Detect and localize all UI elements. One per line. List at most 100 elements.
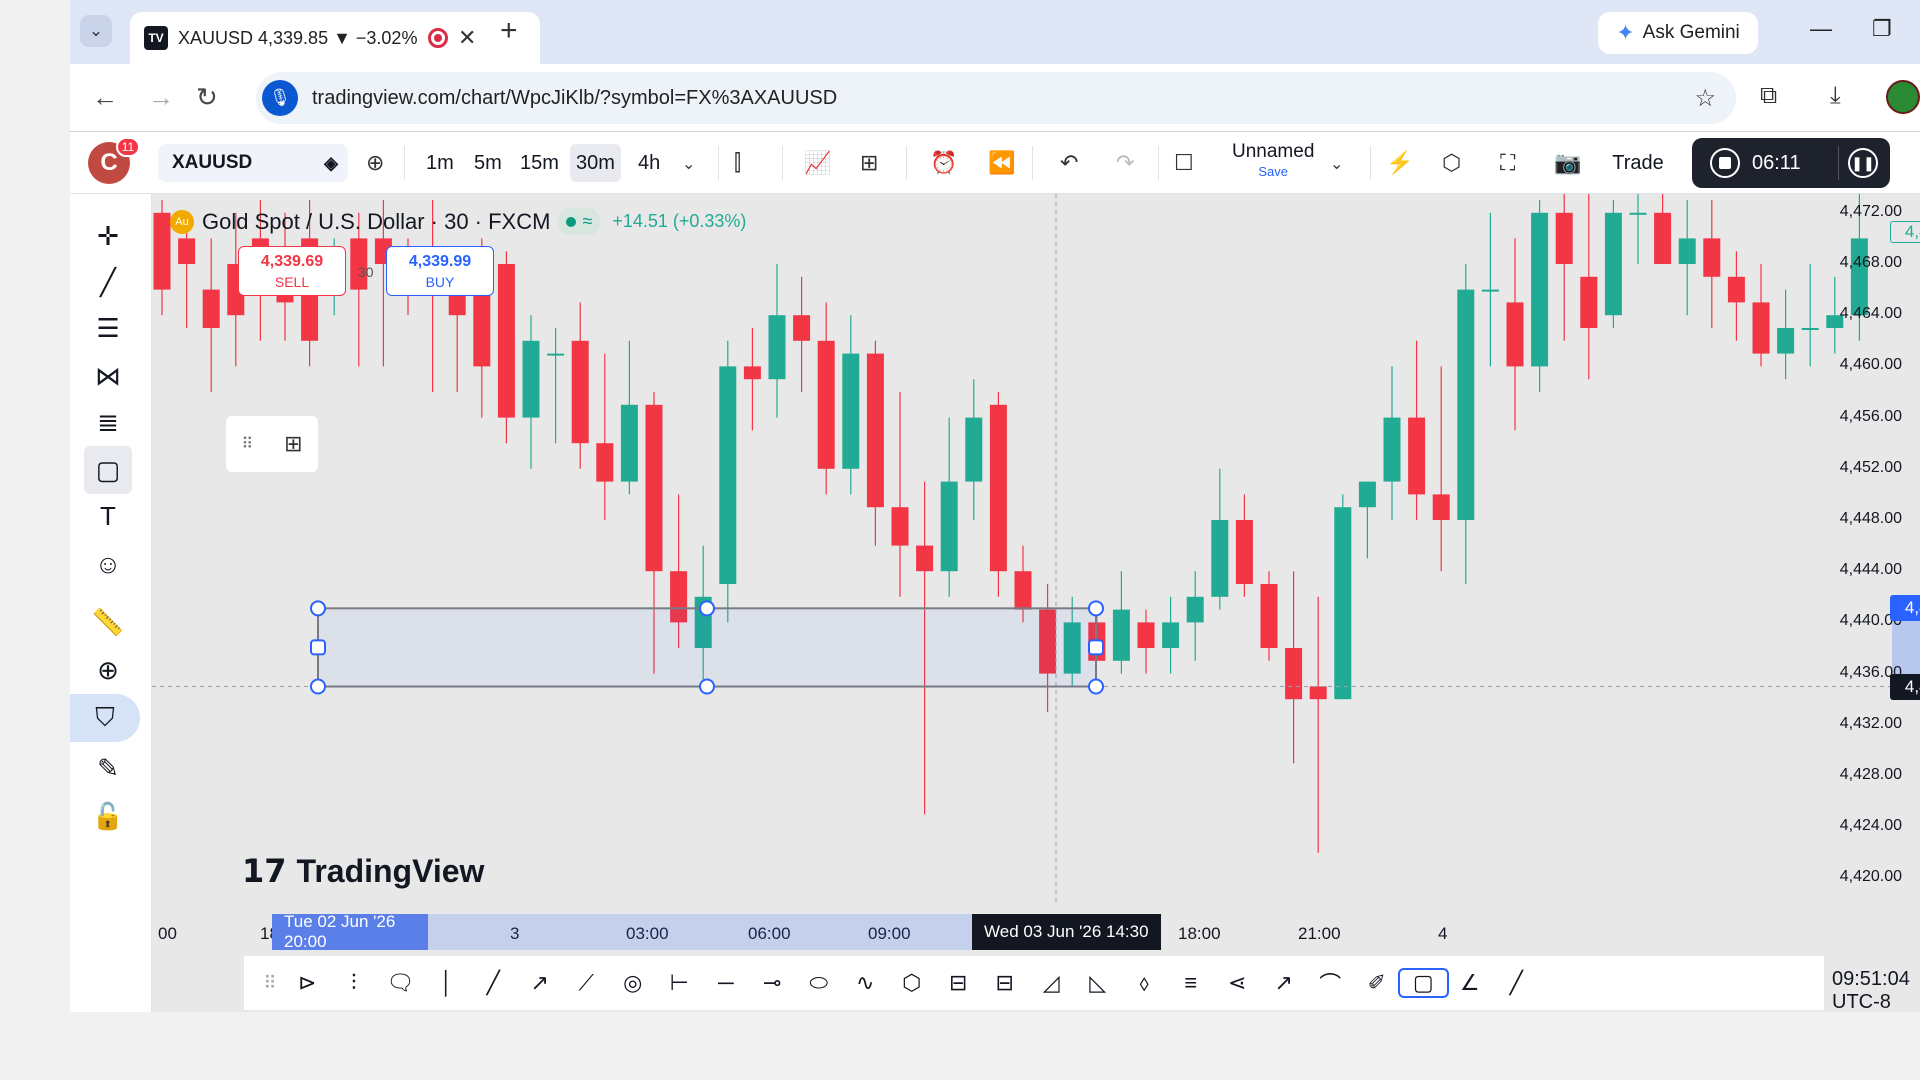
minimize-icon[interactable]: — (1810, 16, 1832, 42)
horizontal-ray-icon[interactable]: ⊸ (749, 970, 796, 996)
undo-icon[interactable]: ↶ (1060, 150, 1078, 176)
lock-icon[interactable]: 🔓 (84, 792, 132, 840)
angle-icon[interactable]: ∠ (1447, 970, 1494, 996)
fib-icon[interactable]: ☰ (84, 304, 132, 352)
back-icon[interactable]: ← (92, 82, 118, 113)
arc-icon[interactable]: ⌒ (1307, 967, 1354, 999)
extensions-icon[interactable]: ⧉ (1760, 82, 1777, 110)
segment-icon[interactable]: ╱ (470, 970, 517, 996)
chart-pane[interactable]: Au Gold Spot / U.S. Dollar · 30 · FXCM ≈… (152, 194, 1920, 1012)
forecast-icon[interactable]: ≣ (84, 398, 132, 446)
short-position-icon[interactable]: ⊟ (982, 970, 1029, 996)
timeframe-4h[interactable]: 4h (632, 144, 666, 182)
crosshair-icon[interactable]: ✛ (84, 212, 132, 260)
add-widget-icon[interactable]: ⊞ (284, 431, 302, 457)
replay-icon[interactable]: ⏪ (988, 150, 1015, 176)
sell-button[interactable]: 4,339.69 SELL (238, 246, 346, 296)
layout-select-icon[interactable]: ☐ (1174, 150, 1194, 176)
trendline-icon[interactable]: ╱ (84, 258, 132, 306)
curve-icon[interactable]: ∿ (842, 970, 889, 996)
bookmark-star-icon[interactable]: ☆ (1694, 84, 1716, 113)
profile-avatar[interactable] (1886, 80, 1920, 114)
arrow-icon[interactable]: ↗ (1261, 970, 1308, 996)
comment-icon[interactable]: 🗨 (377, 970, 424, 996)
timeframe-30m[interactable]: 30m (570, 144, 621, 182)
candles-tool-icon[interactable]: ⫶ (331, 970, 378, 996)
horizontal-line-icon[interactable]: ─ (703, 970, 750, 996)
select-tool-icon[interactable]: ⊳ (284, 970, 331, 996)
forward-icon[interactable]: → (148, 82, 174, 113)
stop-record-icon[interactable] (1710, 148, 1740, 178)
tab-search-button[interactable]: ⌄ (80, 15, 112, 47)
close-tab-icon[interactable]: ✕ (458, 25, 476, 51)
favorites-icon[interactable]: ⛉ (70, 694, 140, 742)
recording-timer[interactable]: 06:11 ❚❚ (1692, 138, 1890, 188)
timeframe-1m[interactable]: 1m (420, 144, 460, 182)
price-tag-crosshair[interactable]: 4,434.99 (1890, 673, 1920, 700)
polyline-icon[interactable]: ⟋ (563, 970, 610, 996)
new-tab-button[interactable]: + (500, 14, 518, 48)
text-icon[interactable]: T (84, 492, 132, 540)
rectangle-handle (1088, 678, 1104, 695)
trade-button[interactable]: Trade (1600, 144, 1676, 182)
price-tag-selected[interactable]: 4,441.10 (1890, 595, 1920, 622)
abcd-icon[interactable]: ◺ (1075, 970, 1122, 996)
fullscreen-icon[interactable]: ⛶ (1500, 150, 1515, 176)
compare-add-icon[interactable]: ⊕ (366, 150, 384, 176)
path-icon[interactable]: ⬡ (889, 970, 936, 996)
head-shoulders-icon[interactable]: ⬨ (1121, 970, 1168, 996)
zoom-in-icon[interactable]: ⊕ (84, 646, 132, 694)
templates-icon[interactable]: ⊞ (860, 150, 878, 176)
long-position-icon[interactable]: ⊟ (935, 970, 982, 996)
parallel-channel-icon[interactable]: ≡ (1168, 970, 1215, 996)
vertical-line-icon[interactable]: │ (424, 970, 471, 996)
elliott-icon[interactable]: ⋖ (1214, 970, 1261, 996)
snapshot-icon[interactable]: 📷 (1554, 150, 1581, 176)
download-icon[interactable]: ⤓ (1830, 82, 1841, 110)
microphone-icon[interactable]: 🎙 (262, 80, 298, 116)
ask-gemini-button[interactable]: ✦ Ask Gemini (1598, 12, 1758, 54)
quick-search-icon[interactable]: ⚡ (1386, 150, 1413, 176)
timeframe-dropdown-icon[interactable]: ⌄ (682, 154, 695, 174)
legend-title: Gold Spot / U.S. Dollar · 30 · FXCM (202, 208, 551, 234)
emoji-icon[interactable]: ☺ (84, 540, 132, 588)
pattern-icon[interactable]: ⋈ (84, 352, 132, 400)
symbol-search[interactable]: XAUUSD ◈ (158, 144, 348, 182)
drag-handle-icon[interactable]: ⠿ (256, 973, 284, 994)
brush-edit-icon[interactable]: ✎ (84, 744, 132, 792)
price-tag-last-outline[interactable]: 4,470.32 (1890, 221, 1920, 244)
brush-icon[interactable]: ✐ (1354, 970, 1401, 996)
reload-icon[interactable]: ↻ (196, 82, 218, 113)
settings-icon[interactable]: ⬡ (1442, 150, 1461, 176)
active-tab[interactable]: TV XAUUSD 4,339.85 ▼ −3.02% ✕ (130, 12, 540, 64)
omnibox[interactable]: 🎙 tradingview.com/chart/WpcJiKlb/?symbol… (256, 72, 1736, 124)
timeframe-5m[interactable]: 5m (468, 144, 508, 182)
redo-icon[interactable]: ↷ (1116, 150, 1134, 176)
triangle-icon[interactable]: ◿ (1028, 970, 1075, 996)
clock-readout[interactable]: 09:51:04 UTC-8 (1832, 968, 1920, 1012)
measure-icon[interactable]: ⊢ (656, 970, 703, 996)
sell-price: 4,339.69 (260, 253, 324, 270)
buy-button[interactable]: 4,339.99 BUY (386, 246, 494, 296)
drag-handle-icon[interactable]: ⠿ (241, 434, 253, 454)
ellipse-icon[interactable]: ⬭ (796, 970, 843, 996)
rectangle-icon[interactable]: ▢ (84, 446, 132, 494)
ruler-icon[interactable]: 📏 (84, 598, 132, 646)
arrow-line-icon[interactable]: ↗ (517, 970, 564, 996)
circle-target-icon[interactable]: ◎ (610, 970, 657, 996)
time-range-start[interactable]: Tue 02 Jun '26 20:00 (272, 912, 428, 951)
symbol-info-icon[interactable]: ◈ (324, 153, 338, 174)
alert-icon[interactable]: ⏰ (930, 150, 957, 176)
layout-name-button[interactable]: Unnamed Save (1232, 142, 1314, 178)
timeframe-15m[interactable]: 15m (514, 144, 565, 182)
time-axis[interactable]: 00 18 3 03:00 06:00 09:00 18:00 21:00 4 Tue 02 Ju… (152, 910, 1852, 954)
rectangle-tool-icon[interactable]: ▢ (1398, 968, 1449, 998)
chart-type-icon[interactable]: ⫿ (734, 150, 741, 176)
floating-drawing-panel[interactable]: ⠿ ⊞ (226, 416, 318, 472)
ray-icon[interactable]: ╱ (1493, 970, 1540, 996)
market-status-badge[interactable]: ≈ (558, 208, 601, 235)
layout-dropdown-icon[interactable]: ⌄ (1330, 154, 1343, 174)
pause-record-icon[interactable]: ❚❚ (1848, 148, 1878, 178)
restore-icon[interactable]: ❐ (1872, 16, 1892, 42)
indicators-icon[interactable]: 📈 (804, 150, 831, 176)
